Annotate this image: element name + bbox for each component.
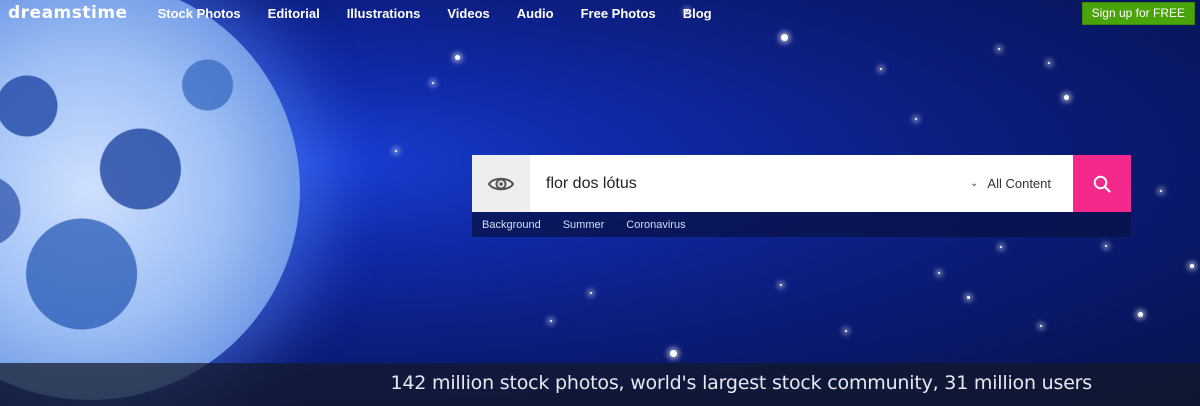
nav-free-photos[interactable]: Free Photos: [581, 6, 656, 21]
star: [938, 272, 940, 274]
nav-videos[interactable]: Videos: [447, 6, 489, 21]
star: [880, 68, 882, 70]
nav-links: Stock Photos Editorial Illustrations Vid…: [158, 6, 739, 21]
nav-editorial[interactable]: Editorial: [268, 6, 320, 21]
star: [915, 118, 917, 120]
search-bar: ⌄ All Content: [472, 155, 1131, 212]
content-type-dropdown[interactable]: ⌄ All Content: [970, 155, 1073, 212]
search-button[interactable]: [1073, 155, 1131, 212]
dreamstime-logo[interactable]: dreamstime: [8, 3, 128, 23]
star: [455, 55, 460, 60]
nav-illustrations[interactable]: Illustrations: [347, 6, 421, 21]
star: [1138, 312, 1143, 317]
tagline-text: 142 million stock photos, world's larges…: [390, 372, 1093, 394]
star: [550, 320, 552, 322]
star: [1064, 95, 1069, 100]
star: [845, 330, 847, 332]
nav-stock-photos[interactable]: Stock Photos: [158, 6, 241, 21]
star: [1190, 264, 1194, 268]
top-navigation: dreamstime Stock Photos Editorial Illust…: [0, 0, 1200, 26]
tagline-bar: 142 million stock photos, world's larges…: [0, 363, 1200, 406]
star: [781, 34, 788, 41]
star: [1048, 62, 1050, 64]
visual-search-button[interactable]: [472, 155, 530, 212]
star: [998, 48, 1000, 50]
star: [967, 296, 970, 299]
chevron-down-icon: ⌄: [970, 178, 979, 189]
content-type-label: All Content: [987, 176, 1051, 191]
suggestion-coronavirus[interactable]: Coronavirus: [626, 219, 685, 231]
star: [1040, 325, 1042, 327]
nav-blog[interactable]: Blog: [683, 6, 712, 21]
signup-button[interactable]: Sign up for FREE: [1081, 2, 1195, 25]
search-icon: [1093, 175, 1111, 193]
nav-audio[interactable]: Audio: [517, 6, 554, 21]
star: [780, 284, 782, 286]
star: [432, 82, 434, 84]
search-input[interactable]: [530, 155, 971, 212]
star: [1000, 246, 1002, 248]
suggestion-summer[interactable]: Summer: [563, 219, 605, 231]
suggestion-background[interactable]: Background: [482, 219, 541, 231]
hero-banner: dreamstime Stock Photos Editorial Illust…: [0, 0, 1200, 406]
star: [395, 150, 397, 152]
star: [1160, 190, 1162, 192]
star: [1105, 245, 1107, 247]
star: [670, 350, 677, 357]
moon-background-image: [0, 0, 300, 400]
search-suggestions: Background Summer Coronavirus: [472, 212, 1131, 237]
eye-icon: [488, 177, 514, 190]
star: [590, 292, 592, 294]
